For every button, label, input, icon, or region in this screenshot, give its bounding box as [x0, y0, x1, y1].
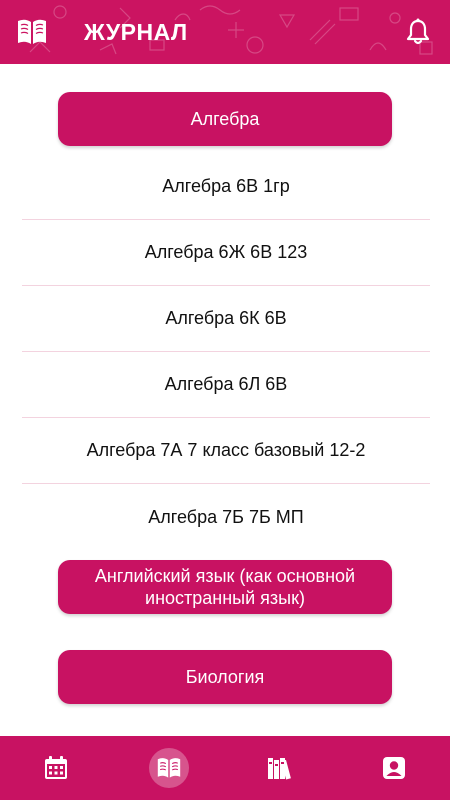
- books-library-icon: [268, 758, 292, 780]
- subjects-list: Алгебра Алгебра 6В 1гр Алгебра 6Ж 6В 123…: [0, 64, 450, 736]
- subject-button-english[interactable]: Английский язык (как основной иностранны…: [58, 560, 392, 614]
- app-header: ЖУРНАЛ: [0, 0, 450, 64]
- bottom-navigation: [0, 736, 450, 800]
- journal-book-icon: [157, 758, 180, 778]
- nav-journal[interactable]: [113, 736, 226, 800]
- bell-icon[interactable]: [402, 16, 434, 48]
- algebra-class-list: Алгебра 6В 1гр Алгебра 6Ж 6В 123 Алгебра…: [22, 154, 430, 550]
- class-item[interactable]: Алгебра 6В 1гр: [22, 154, 430, 220]
- profile-icon: [382, 757, 405, 779]
- subject-button-algebra[interactable]: Алгебра: [58, 92, 392, 146]
- class-item[interactable]: Алгебра 6К 6В: [22, 286, 430, 352]
- open-book-icon[interactable]: [16, 17, 48, 47]
- class-item[interactable]: Алгебра 6Л 6В: [22, 352, 430, 418]
- class-item[interactable]: Алгебра 7А 7 класс базовый 12-2: [22, 418, 430, 484]
- journal-screen: ЖУРНАЛ Алгебра Алгебра 6В 1гр Алгебра 6Ж…: [0, 0, 450, 800]
- class-item[interactable]: Алгебра 7Б 7Б МП: [22, 484, 430, 550]
- header-doodle-pattern: [29, 5, 433, 55]
- class-item[interactable]: Алгебра 6Ж 6В 123: [22, 220, 430, 286]
- nav-profile[interactable]: [338, 736, 450, 800]
- nav-calendar[interactable]: [0, 736, 113, 800]
- nav-active-indicator: [148, 748, 189, 788]
- page-title: ЖУРНАЛ: [84, 19, 188, 45]
- nav-library[interactable]: [225, 736, 338, 800]
- calendar-icon: [45, 756, 68, 779]
- subject-button-biology[interactable]: Биология: [58, 650, 392, 704]
